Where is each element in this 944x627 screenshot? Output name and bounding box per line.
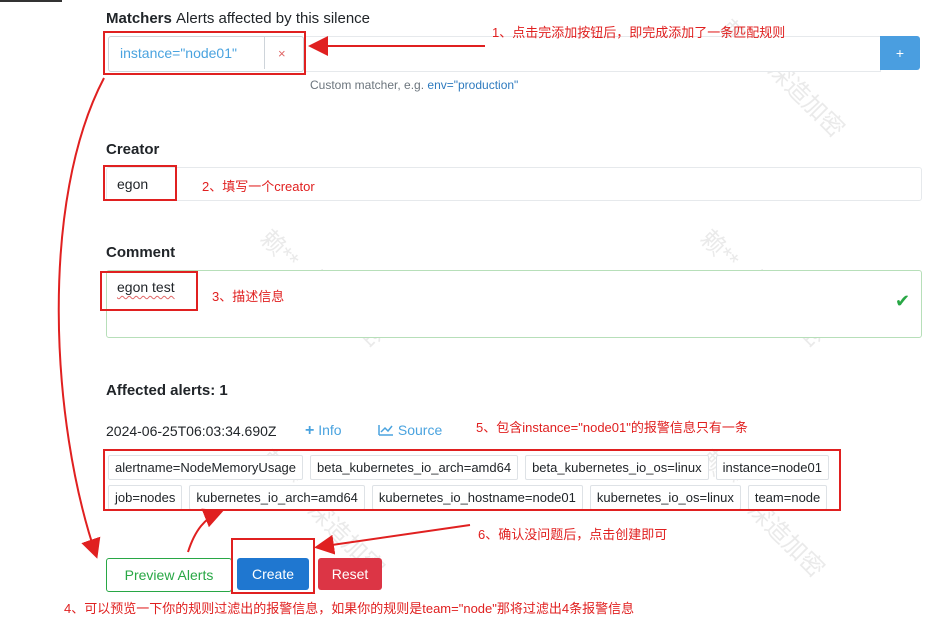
annotation-note-6: 6、确认没问题后，点击创建即可 [478, 527, 668, 542]
annotation-note-1: 1、点击完添加按钮后，即完成添加了一条匹配规则 [492, 25, 786, 40]
annotation-note-3: 3、描述信息 [212, 289, 285, 304]
annotation-note-4: 4、可以预览一下你的规则过滤出的报警信息，如果你的规则是team="node"那… [64, 601, 635, 616]
annotation-note-2: 2、填写一个creator [202, 179, 315, 194]
annotation-note-5: 5、包含instance="node01"的报警信息只有一条 [476, 420, 748, 435]
annotation-arrows [57, 36, 485, 559]
